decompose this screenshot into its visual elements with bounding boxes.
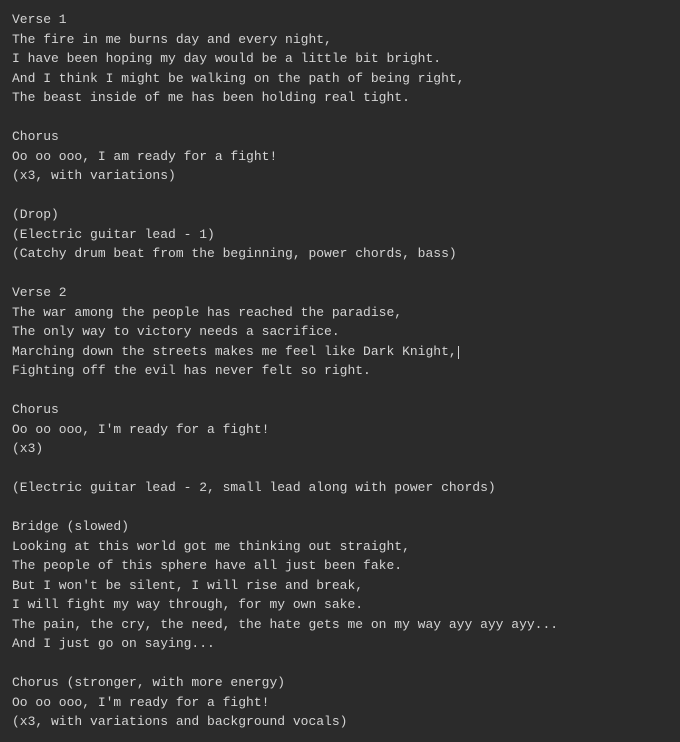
lyric-line: Chorus (stronger, with more energy) [12, 673, 668, 693]
lyric-line: The only way to victory needs a sacrific… [12, 322, 668, 342]
lyric-line [12, 108, 668, 128]
lyric-line: Chorus [12, 400, 668, 420]
lyric-line: Marching down the streets makes me feel … [12, 342, 668, 362]
lyric-line [12, 459, 668, 479]
lyric-line: I have been hoping my day would be a lit… [12, 49, 668, 69]
lyric-line: Verse 1 [12, 10, 668, 30]
lyric-line [12, 264, 668, 284]
lyric-line [12, 381, 668, 401]
lyric-line: (x3) [12, 439, 668, 459]
lyric-line: Verse 2 [12, 283, 668, 303]
lyric-line: Oo oo ooo, I'm ready for a fight! [12, 420, 668, 440]
lyric-line: Oo oo ooo, I am ready for a fight! [12, 147, 668, 167]
lyric-line: The pain, the cry, the need, the hate ge… [12, 615, 668, 635]
lyric-line: I will fight my way through, for my own … [12, 595, 668, 615]
lyric-line: (Electric guitar lead - 2, small lead al… [12, 478, 668, 498]
lyric-line: Chorus [12, 127, 668, 147]
lyric-line: Fighting off the evil has never felt so … [12, 361, 668, 381]
lyric-line: But I won't be silent, I will rise and b… [12, 576, 668, 596]
lyric-line: (Electric guitar lead - 1) [12, 225, 668, 245]
lyric-line: (Drop) [12, 205, 668, 225]
lyric-line [12, 186, 668, 206]
lyric-line: The beast inside of me has been holding … [12, 88, 668, 108]
lyric-line: The fire in me burns day and every night… [12, 30, 668, 50]
lyric-line: Looking at this world got me thinking ou… [12, 537, 668, 557]
lyric-line: Bridge (slowed) [12, 517, 668, 537]
lyric-line: And I think I might be walking on the pa… [12, 69, 668, 89]
lyric-line: The war among the people has reached the… [12, 303, 668, 323]
text-cursor [458, 346, 459, 359]
lyric-line: Oo oo ooo, I'm ready for a fight! [12, 693, 668, 713]
lyrics-content: Verse 1The fire in me burns day and ever… [12, 10, 668, 732]
lyric-line [12, 498, 668, 518]
lyric-line: (x3, with variations) [12, 166, 668, 186]
lyric-line: And I just go on saying... [12, 634, 668, 654]
lyric-line [12, 654, 668, 674]
lyric-line: (Catchy drum beat from the beginning, po… [12, 244, 668, 264]
lyric-line: The people of this sphere have all just … [12, 556, 668, 576]
lyric-line: (x3, with variations and background voca… [12, 712, 668, 732]
